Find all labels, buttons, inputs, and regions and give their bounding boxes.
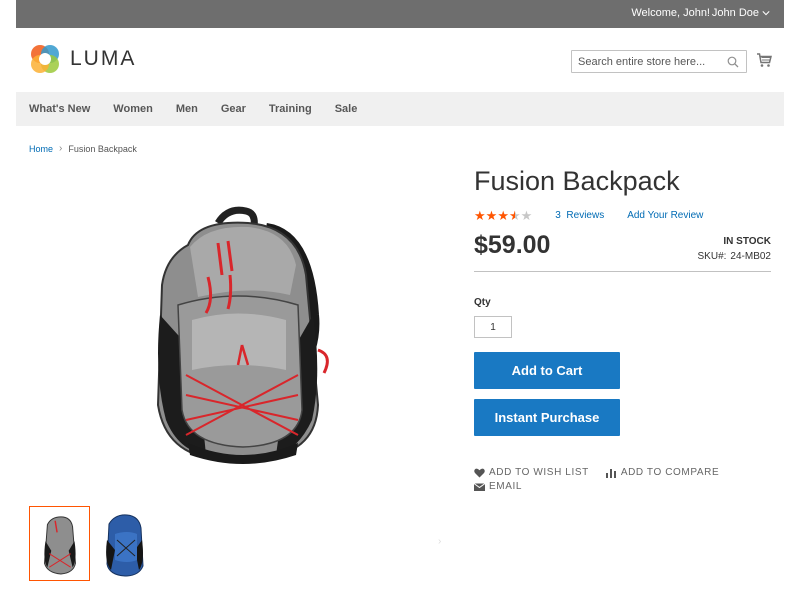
- add-to-cart-button[interactable]: Add to Cart: [474, 352, 620, 389]
- wishlist-label: ADD TO WISH LIST: [489, 467, 589, 478]
- sku-label: SKU#:: [697, 251, 727, 262]
- nav-item-men[interactable]: Men: [176, 103, 198, 115]
- add-to-wishlist-link[interactable]: ADD TO WISH LIST: [474, 467, 589, 478]
- search-icon[interactable]: [727, 56, 739, 68]
- top-bar: Welcome, John! John Doe: [16, 0, 784, 28]
- header: LUMA: [16, 28, 784, 92]
- logo[interactable]: LUMA: [28, 42, 136, 76]
- compare-label: ADD TO COMPARE: [620, 467, 720, 478]
- user-menu[interactable]: John Doe: [712, 7, 770, 19]
- product-main-image[interactable]: [148, 205, 334, 465]
- sku-value: 24-MB02: [730, 251, 771, 262]
- breadcrumb-separator-icon: ›: [59, 143, 63, 154]
- instant-purchase-button[interactable]: Instant Purchase: [474, 399, 620, 436]
- user-name: John Doe: [711, 7, 759, 19]
- compare-icon: [605, 468, 616, 478]
- breadcrumb-home[interactable]: Home: [29, 144, 53, 154]
- cart-icon[interactable]: [756, 52, 772, 68]
- logo-text: LUMA: [70, 47, 137, 70]
- product-title: Fusion Backpack: [474, 166, 680, 196]
- chevron-down-icon: [762, 11, 770, 16]
- envelope-icon: [474, 482, 485, 491]
- product-sku: SKU#: 24-MB02: [698, 251, 771, 262]
- breadcrumb: Home › Fusion Backpack: [29, 143, 137, 154]
- search-input[interactable]: [572, 51, 722, 72]
- stock-status: IN STOCK: [723, 236, 771, 247]
- star-icon: ★: [485, 208, 498, 223]
- nav-item-gear[interactable]: Gear: [221, 103, 246, 115]
- email-link[interactable]: EMAIL: [474, 481, 522, 492]
- breadcrumb-current: Fusion Backpack: [68, 143, 137, 154]
- reviews-count: 3: [555, 210, 561, 221]
- nav-item-whats-new[interactable]: What's New: [29, 103, 90, 115]
- thumbnail-gray-backpack[interactable]: [29, 506, 90, 581]
- add-to-compare-link[interactable]: ADD TO COMPARE: [605, 467, 720, 478]
- luma-logo-icon: [31, 45, 59, 73]
- star-half-icon: ★: [508, 208, 521, 223]
- star-icon: ★: [474, 208, 486, 223]
- divider: [474, 271, 771, 272]
- star-icon: ★: [497, 208, 509, 223]
- welcome-message: Welcome, John!: [631, 7, 710, 19]
- thumbnail-blue-backpack[interactable]: [95, 506, 156, 581]
- add-review-link[interactable]: Add Your Review: [627, 210, 703, 221]
- rating-summary: ★ ★ ★ ★ ★ 3 Reviews Add Your Review: [474, 209, 703, 222]
- product-social-links: ADD TO WISH LIST ADD TO COMPARE EMAIL: [474, 467, 719, 495]
- gallery-next-icon[interactable]: ›: [438, 536, 441, 547]
- nav-item-training[interactable]: Training: [269, 103, 312, 115]
- main-nav: What's New Women Men Gear Training Sale: [16, 92, 784, 126]
- qty-input[interactable]: [474, 316, 512, 338]
- search-box: [571, 50, 747, 73]
- star-icon: ★: [520, 208, 533, 223]
- rating-stars: ★ ★ ★ ★ ★: [474, 209, 532, 222]
- qty-label: Qty: [474, 297, 491, 308]
- email-label: EMAIL: [489, 481, 523, 492]
- reviews-label: Reviews: [566, 210, 605, 221]
- reviews-link[interactable]: 3 Reviews: [555, 210, 604, 221]
- nav-item-women[interactable]: Women: [113, 103, 153, 115]
- nav-item-sale[interactable]: Sale: [335, 103, 358, 115]
- product-price: $59.00: [474, 231, 551, 259]
- heart-icon: [474, 468, 485, 477]
